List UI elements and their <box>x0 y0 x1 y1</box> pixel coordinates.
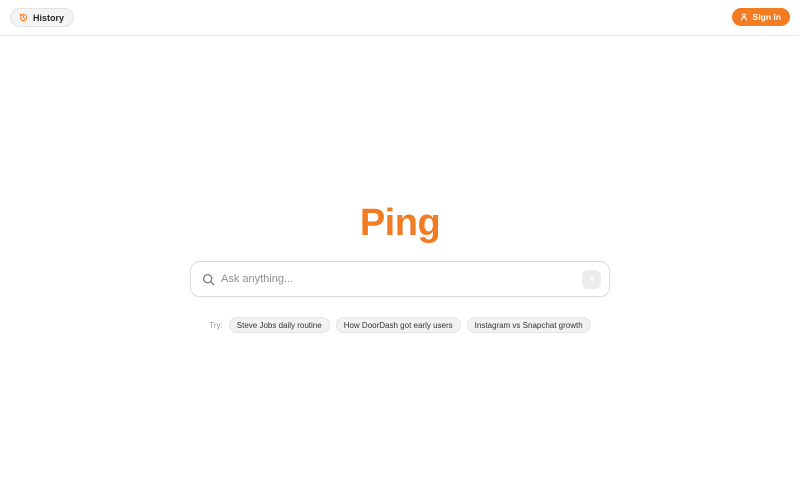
history-button[interactable]: History <box>10 8 75 27</box>
search-input[interactable] <box>221 268 571 290</box>
arrow-up-icon <box>588 276 596 284</box>
sign-in-label: Sign In <box>752 12 781 22</box>
suggestion-chip[interactable]: Steve Jobs daily routine <box>228 317 330 333</box>
search-box <box>190 261 610 297</box>
user-icon <box>740 13 748 21</box>
brand-logo: Ping <box>359 202 441 244</box>
top-bar: History Sign In <box>0 0 800 36</box>
sign-in-button[interactable]: Sign In <box>731 8 790 26</box>
history-icon <box>19 13 28 22</box>
suggestions-row: Try: Steve Jobs daily routine How DoorDa… <box>0 317 800 333</box>
history-label: History <box>33 12 65 23</box>
submit-button[interactable] <box>582 270 601 289</box>
suggestion-chip[interactable]: Instagram vs Snapchat growth <box>466 317 591 333</box>
search-icon <box>202 273 215 286</box>
try-label: Try: <box>209 320 223 330</box>
suggestion-chip[interactable]: How DoorDash got early users <box>335 317 461 333</box>
